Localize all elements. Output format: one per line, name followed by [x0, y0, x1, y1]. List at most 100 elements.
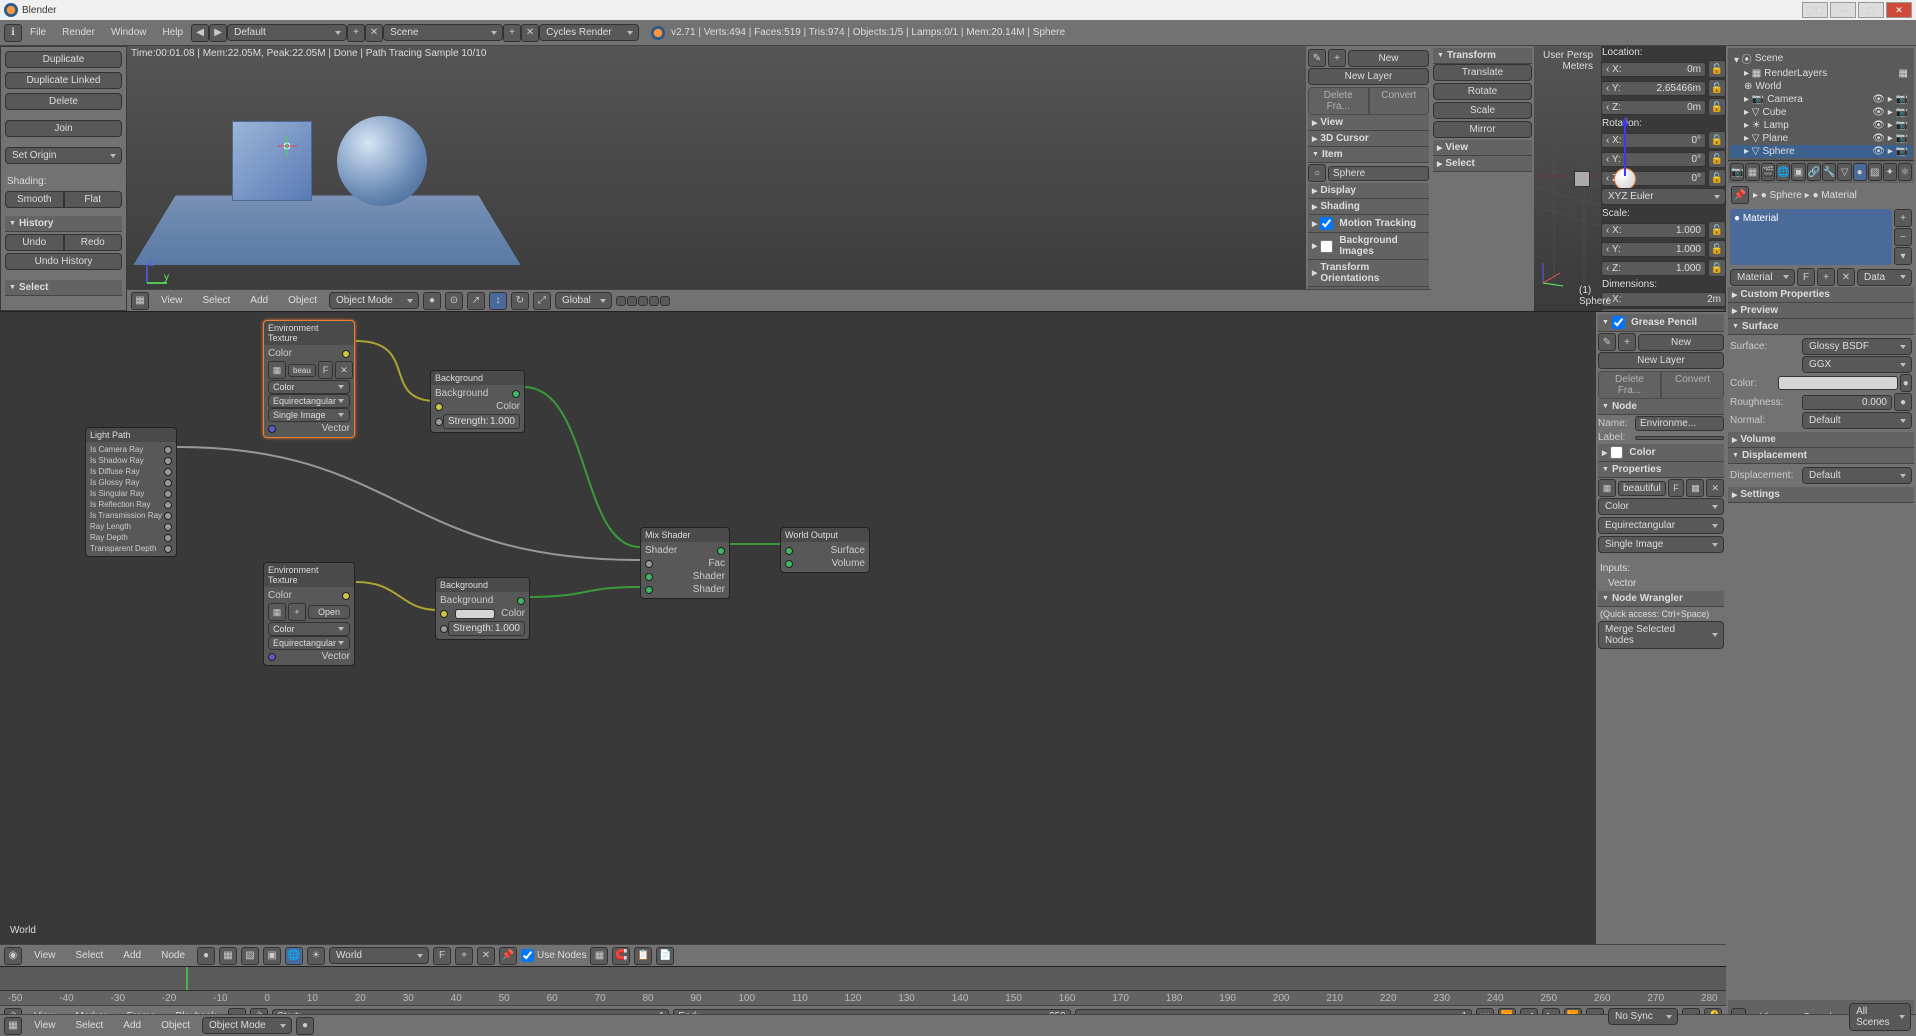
- scene-del-icon[interactable]: ✕: [521, 24, 539, 42]
- ne-tex-icon[interactable]: ▨: [241, 947, 259, 965]
- ne-paste-icon[interactable]: 📄: [656, 947, 674, 965]
- node-out-header[interactable]: World Output: [781, 528, 869, 542]
- manip-scale-icon[interactable]: ⤢: [533, 292, 551, 310]
- vp2-shading-icon[interactable]: ●: [296, 1017, 314, 1035]
- rot-y[interactable]: ‹ Y:0°: [1601, 152, 1706, 167]
- vp-select-menu[interactable]: Select: [195, 292, 239, 309]
- nn-wrangler-hdr[interactable]: Node Wrangler: [1598, 591, 1724, 607]
- node-world-output[interactable]: World Output Surface Volume: [780, 527, 870, 573]
- lock-z-icon[interactable]: 🔓: [1708, 98, 1726, 116]
- vp2-editor-icon[interactable]: ▦: [4, 1017, 22, 1035]
- translate-gizmo[interactable]: [1622, 116, 1642, 179]
- ne-x-icon[interactable]: ✕: [477, 947, 495, 965]
- item-name-field[interactable]: Sphere: [1328, 166, 1429, 181]
- menu-render[interactable]: Render: [54, 24, 103, 41]
- slot-remove-icon[interactable]: −: [1894, 228, 1912, 246]
- mirror-dropdown[interactable]: Mirror: [1433, 121, 1532, 138]
- color-link-icon[interactable]: ●: [1900, 374, 1912, 392]
- vp-view-menu[interactable]: View: [153, 292, 191, 309]
- bg-checkbox[interactable]: [1320, 240, 1333, 253]
- nn-props-hdr[interactable]: Properties: [1598, 462, 1724, 478]
- outliner-scene[interactable]: ▾ ⦿ Scene: [1730, 50, 1912, 67]
- scale-x[interactable]: ‹ X:1.000: [1601, 223, 1706, 238]
- set-origin-dropdown[interactable]: Set Origin: [5, 147, 122, 164]
- vp2-mode-dropdown[interactable]: Object Mode: [202, 1017, 292, 1034]
- lock-x-icon[interactable]: 🔓: [1708, 60, 1726, 78]
- surface-header[interactable]: Surface: [1728, 319, 1914, 335]
- nn-proj-dropdown[interactable]: Equirectangular: [1598, 517, 1724, 534]
- nn-label-field[interactable]: [1635, 436, 1724, 440]
- window-minimize-button[interactable]: —: [1830, 2, 1856, 18]
- delete-frame-button[interactable]: Delete Fra...: [1308, 87, 1369, 115]
- pencil-icon[interactable]: ✎: [1308, 49, 1326, 67]
- vp2-transform-hdr[interactable]: Transform: [1433, 48, 1532, 64]
- outliner-sphere[interactable]: ▸ ▽ Sphere 👁 ▸ 📷: [1730, 145, 1912, 158]
- grease-checkbox[interactable]: [1612, 316, 1625, 329]
- scale-y[interactable]: ‹ Y:1.000: [1601, 242, 1706, 257]
- node-et2-header[interactable]: Environment Texture: [264, 563, 354, 587]
- scene-tab-icon[interactable]: 🎬: [1761, 163, 1775, 181]
- ne-copy-icon[interactable]: 📋: [634, 947, 652, 965]
- np-cursor-header[interactable]: 3D Cursor: [1308, 131, 1429, 147]
- layout-del-icon[interactable]: ✕: [365, 24, 383, 42]
- disp-dropdown[interactable]: Default: [1802, 467, 1912, 484]
- normal-dropdown[interactable]: Default: [1802, 412, 1912, 429]
- scale-z[interactable]: ‹ Z:1.000: [1601, 261, 1706, 276]
- redo-button[interactable]: Redo: [64, 234, 123, 251]
- vp-object-menu[interactable]: Object: [280, 292, 325, 309]
- loc-y[interactable]: ‹ Y:2.65466m: [1601, 81, 1706, 96]
- node-lp-header[interactable]: Light Path: [86, 428, 176, 442]
- particles-tab-icon[interactable]: ✦: [1883, 163, 1897, 181]
- nn-color-hdr[interactable]: Color: [1598, 444, 1724, 462]
- scene-add-icon[interactable]: +: [503, 24, 521, 42]
- nn-convert-button[interactable]: Convert: [1661, 371, 1724, 399]
- constraints-tab-icon[interactable]: 🔗: [1807, 163, 1821, 181]
- menu-file[interactable]: File: [22, 24, 54, 41]
- settings-header[interactable]: Settings: [1728, 487, 1914, 503]
- window-maximize-button[interactable]: ▢: [1858, 2, 1884, 18]
- material-slot[interactable]: ● Material: [1730, 209, 1892, 265]
- np-view-header[interactable]: View: [1308, 115, 1429, 131]
- manip-rotate-icon[interactable]: ↻: [511, 292, 529, 310]
- np-item-header[interactable]: Item: [1308, 147, 1429, 163]
- convert-button[interactable]: Convert: [1369, 87, 1430, 115]
- lock-ry-icon[interactable]: 🔓: [1708, 150, 1726, 168]
- np-display-header[interactable]: Display: [1308, 183, 1429, 199]
- lock-sx-icon[interactable]: 🔓: [1708, 221, 1726, 239]
- timeline-track[interactable]: [0, 967, 1726, 991]
- pivot-icon[interactable]: ⊙: [445, 292, 463, 310]
- translate-button[interactable]: Translate: [1433, 64, 1532, 81]
- vp-add-menu[interactable]: Add: [242, 292, 276, 309]
- ne-snap-icon[interactable]: 🧲: [612, 947, 630, 965]
- node-bg2-header[interactable]: Background: [436, 578, 529, 592]
- new-layer-button[interactable]: New Layer: [1308, 68, 1429, 85]
- vp2-add-menu[interactable]: Add: [115, 1017, 149, 1034]
- ne-f-icon[interactable]: F: [433, 947, 451, 965]
- np-trans-header[interactable]: Transform Orientations: [1308, 260, 1429, 287]
- nn-newlayer-button[interactable]: New Layer: [1598, 352, 1724, 369]
- lock-sz-icon[interactable]: 🔓: [1708, 259, 1726, 277]
- ne-backdrop-icon[interactable]: ▦: [590, 947, 608, 965]
- slot-menu-icon[interactable]: ▾: [1894, 247, 1912, 265]
- manip-translate-icon[interactable]: ↕: [489, 292, 507, 310]
- ne-editor-icon[interactable]: ◉: [4, 947, 22, 965]
- smooth-button[interactable]: Smooth: [5, 191, 64, 208]
- vp2-select-menu[interactable]: Select: [68, 1017, 112, 1034]
- mat-f-icon[interactable]: F: [1797, 268, 1815, 286]
- material-datablock[interactable]: Material: [1730, 269, 1795, 286]
- physics-tab-icon[interactable]: ⚛: [1898, 163, 1912, 181]
- outliner-filter-dropdown[interactable]: All Scenes: [1849, 1003, 1911, 1031]
- vp2-view-menu[interactable]: View: [26, 1017, 64, 1034]
- node-bg1-header[interactable]: Background: [431, 371, 524, 385]
- layers-tab-icon[interactable]: ▦: [1745, 163, 1759, 181]
- vp2-object-menu[interactable]: Object: [153, 1017, 198, 1034]
- vp2-3dview[interactable]: User Persp Meters (1) Sphere: [1534, 46, 1601, 311]
- ne-obj-icon[interactable]: ▣: [263, 947, 281, 965]
- mat-x-icon[interactable]: ✕: [1837, 268, 1855, 286]
- node-mix-header[interactable]: Mix Shader: [641, 528, 729, 542]
- back-icon[interactable]: ◀: [191, 24, 209, 42]
- node-et1-header[interactable]: Environment Texture: [264, 321, 354, 345]
- undo-history-button[interactable]: Undo History: [5, 253, 122, 270]
- nn-merge-dropdown[interactable]: Merge Selected Nodes: [1598, 621, 1724, 649]
- sync-dropdown[interactable]: No Sync: [1608, 1008, 1678, 1025]
